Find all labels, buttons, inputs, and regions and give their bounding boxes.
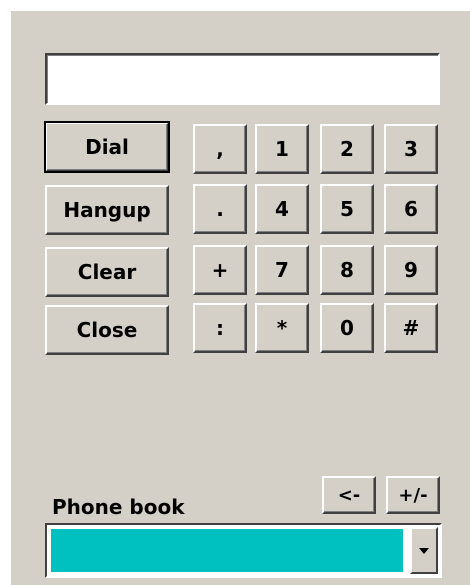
key-6[interactable]: 6 xyxy=(384,184,438,234)
clear-button[interactable]: Clear xyxy=(45,247,169,297)
key-0[interactable]: 0 xyxy=(320,303,374,353)
key-period[interactable]: . xyxy=(193,184,247,234)
key-2[interactable]: 2 xyxy=(320,124,374,174)
key-1[interactable]: 1 xyxy=(255,124,309,174)
key-5[interactable]: 5 xyxy=(320,184,374,234)
key-7[interactable]: 7 xyxy=(255,245,309,295)
key-4[interactable]: 4 xyxy=(255,184,309,234)
phonebook-dropdown-button[interactable] xyxy=(410,527,438,574)
key-8[interactable]: 8 xyxy=(320,245,374,295)
key-plus[interactable]: + xyxy=(193,245,247,295)
plus-minus-button[interactable]: +/- xyxy=(386,476,440,514)
number-display[interactable] xyxy=(45,53,440,105)
phonebook-label: Phone book xyxy=(52,495,185,519)
phonebook-combo[interactable] xyxy=(45,523,442,578)
dial-button[interactable]: Dial xyxy=(44,121,170,173)
chevron-down-icon xyxy=(419,547,429,554)
key-colon[interactable]: : xyxy=(193,303,247,353)
key-hash[interactable]: # xyxy=(384,303,438,353)
phonebook-selected[interactable] xyxy=(51,529,403,572)
hangup-button[interactable]: Hangup xyxy=(45,185,169,235)
key-comma[interactable]: , xyxy=(193,124,247,174)
key-3[interactable]: 3 xyxy=(384,124,438,174)
close-button[interactable]: Close xyxy=(45,305,169,355)
key-star[interactable]: * xyxy=(255,303,309,353)
key-9[interactable]: 9 xyxy=(384,245,438,295)
backspace-button[interactable]: <- xyxy=(322,476,376,514)
